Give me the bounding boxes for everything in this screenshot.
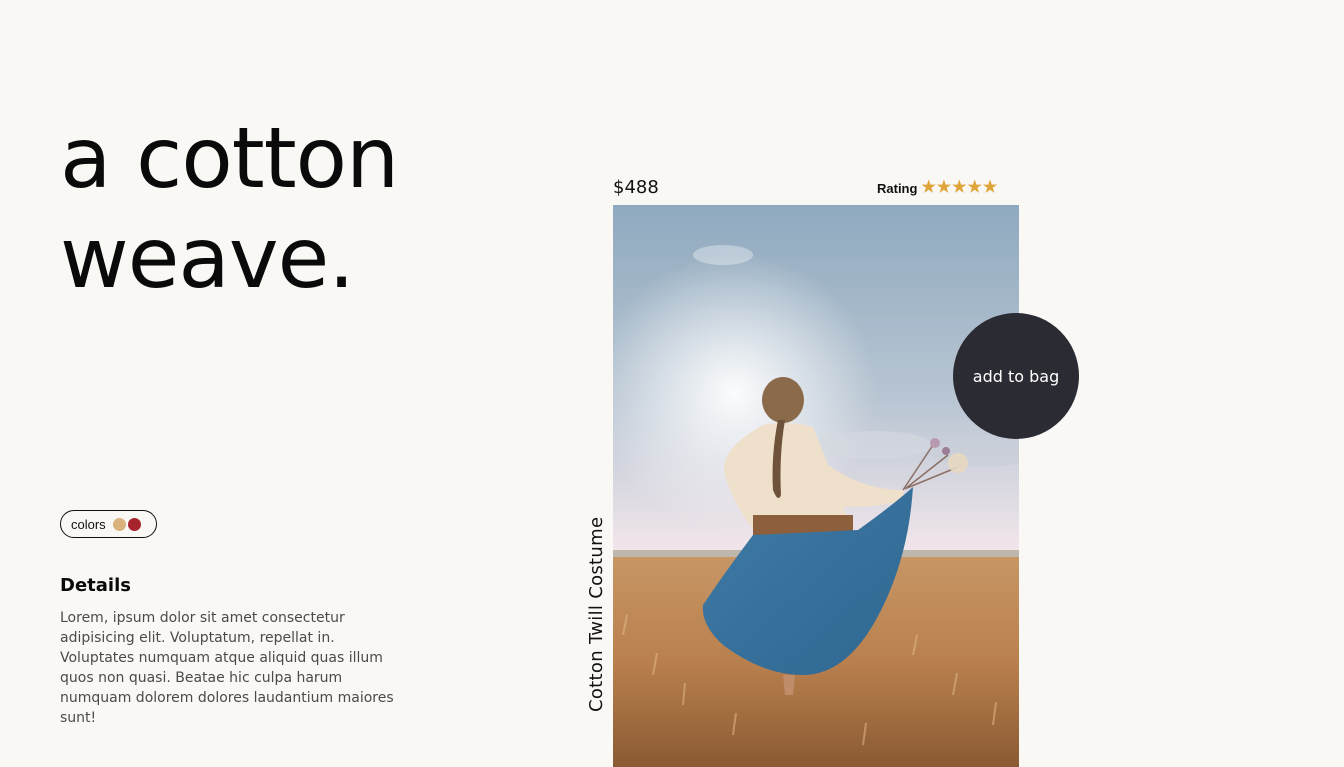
add-to-bag-button[interactable]: add to bag (953, 313, 1079, 439)
product-photo (613, 205, 1019, 767)
star-icon: ★ (982, 179, 998, 196)
details-description: Lorem, ipsum dolor sit amet consectetur … (60, 610, 394, 726)
star-icon: ★ (921, 179, 936, 196)
rating-stars: ★★★★★ (920, 180, 997, 196)
color-swatch-tan[interactable] (112, 517, 126, 531)
colors-label: colors (71, 516, 106, 532)
product-price: $488 (613, 177, 659, 198)
product-name: Cotton Twill Costume (586, 516, 607, 712)
headline-line-2: weave. (60, 209, 355, 307)
hero-headline: a cotton weave. (60, 108, 399, 308)
headline-line-1: a cotton (60, 109, 399, 207)
details-heading: Details (60, 575, 131, 596)
product-photo-illustration (613, 205, 1019, 767)
product-page: a cotton weave. colors Details Lorem, ip… (0, 0, 1344, 767)
color-swatch-red[interactable] (127, 517, 141, 531)
rating-label: Rating (877, 180, 918, 196)
star-icon: ★ (936, 179, 952, 196)
star-icon: ★ (967, 179, 982, 196)
product-rating: Rating ★★★★★ (877, 180, 997, 196)
star-icon: ★ (952, 179, 967, 196)
color-selector: colors (60, 510, 157, 538)
